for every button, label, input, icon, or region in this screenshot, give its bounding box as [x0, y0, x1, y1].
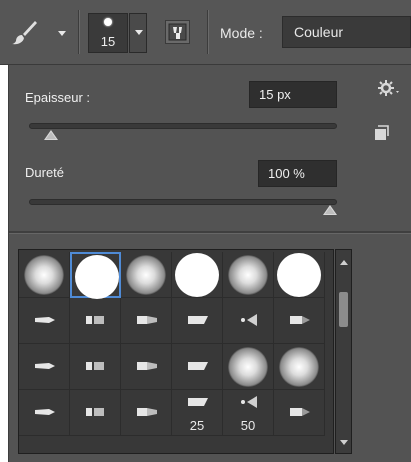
brush-preset-21[interactable]	[121, 390, 172, 436]
bristle-tip-brush-icon	[35, 409, 55, 415]
brush-preset-size-label: 50	[240, 418, 256, 433]
thickness-slider-track[interactable]	[29, 123, 337, 129]
brush-preset-panel: Epaisseur : 15 px Dureté 100 % 25 50	[8, 65, 411, 462]
bristle-tip-brush-icon	[86, 408, 104, 416]
soft-round-brush-icon	[228, 347, 268, 387]
bristle-tip-brush-icon	[137, 408, 157, 416]
bristle-tip-brush-icon	[137, 362, 157, 370]
brush-preset-5[interactable]	[223, 252, 274, 298]
bristle-tip-brush-icon	[290, 408, 310, 416]
thickness-slider-thumb[interactable]	[43, 130, 58, 140]
hard-round-brush-icon	[175, 253, 219, 297]
thickness-label: Epaisseur :	[25, 90, 91, 105]
brush-preset-20[interactable]	[70, 390, 121, 436]
blend-mode-select[interactable]: Couleur	[282, 16, 411, 48]
bristle-tip-brush-icon	[86, 362, 104, 370]
toolbar-divider	[207, 10, 208, 54]
gear-icon[interactable]	[378, 79, 400, 97]
brush-preset-15[interactable]	[121, 344, 172, 390]
brush-tool-button[interactable]	[10, 18, 66, 46]
hardness-label: Dureté	[25, 165, 65, 180]
thickness-input[interactable]: 15 px	[249, 81, 337, 108]
brush-preset-2[interactable]	[70, 252, 121, 299]
scroll-down-icon[interactable]	[340, 440, 348, 445]
brush-preset-18[interactable]	[274, 344, 325, 390]
tool-dropdown-caret-icon[interactable]	[58, 31, 66, 36]
brush-preset-12[interactable]	[274, 298, 325, 344]
bristle-tip-brush-icon	[188, 398, 208, 406]
brush-panel-toggle-icon	[168, 23, 187, 41]
soft-round-brush-icon	[24, 255, 64, 295]
brush-icon	[12, 21, 37, 45]
hardness-slider-thumb[interactable]	[323, 205, 337, 215]
bristle-tip-brush-icon	[241, 314, 257, 326]
panel-divider	[9, 231, 411, 234]
hard-round-brush-icon	[277, 253, 321, 297]
brush-preset-4[interactable]	[172, 252, 223, 298]
brush-tip-dot	[104, 18, 112, 26]
brush-preset-picker-window: 15 Mode : Couleur Epaisseur : 15 px Dure…	[0, 0, 411, 462]
brush-preset-dropdown-button[interactable]	[129, 13, 147, 53]
scroll-up-icon[interactable]	[340, 260, 348, 265]
mode-label: Mode :	[220, 25, 263, 41]
hardness-input[interactable]: 100 %	[258, 160, 337, 187]
soft-round-brush-icon	[126, 255, 166, 295]
bristle-tip-brush-icon	[241, 396, 257, 408]
soft-round-brush-icon	[279, 347, 319, 387]
soft-round-brush-icon	[228, 255, 268, 295]
brush-preset-14[interactable]	[70, 344, 121, 390]
brush-preset-13[interactable]	[19, 344, 70, 390]
brush-preset-23[interactable]: 50	[223, 390, 274, 436]
bristle-tip-brush-icon	[290, 316, 310, 324]
bristle-tip-brush-icon	[35, 363, 55, 369]
brush-preset-10[interactable]	[172, 298, 223, 344]
brush-preset-6[interactable]	[274, 252, 325, 298]
toolbar-divider	[78, 10, 79, 54]
brush-preset-19[interactable]	[19, 390, 70, 436]
preset-scrollbar[interactable]	[335, 249, 352, 454]
brush-preset-3[interactable]	[121, 252, 172, 298]
brush-preset-9[interactable]	[121, 298, 172, 344]
brush-preset-8[interactable]	[70, 298, 121, 344]
brush-size-preview[interactable]: 15	[88, 13, 128, 53]
options-bar: 15 Mode : Couleur	[0, 0, 411, 65]
brush-preset-11[interactable]	[223, 298, 274, 344]
new-preset-icon[interactable]	[373, 125, 389, 141]
hard-round-brush-icon	[75, 255, 119, 299]
brush-preset-22[interactable]: 25	[172, 390, 223, 436]
bristle-tip-brush-icon	[86, 316, 104, 324]
brush-preset-1[interactable]	[19, 252, 70, 298]
hardness-slider-track[interactable]	[29, 199, 337, 205]
brush-preset-grid: 25 50	[18, 249, 334, 454]
bristle-tip-brush-icon	[188, 362, 208, 370]
brush-preset-size-label: 25	[189, 418, 205, 433]
brush-preset-16[interactable]	[172, 344, 223, 390]
toggle-brush-panel-button[interactable]	[165, 20, 190, 44]
bristle-tip-brush-icon	[188, 316, 208, 324]
brush-preset-24[interactable]	[274, 390, 325, 436]
bristle-tip-brush-icon	[137, 316, 157, 324]
brush-preset-17[interactable]	[223, 344, 274, 390]
scrollbar-thumb[interactable]	[339, 292, 348, 327]
brush-size-value: 15	[100, 34, 116, 49]
bristle-tip-brush-icon	[35, 317, 55, 323]
brush-preset-7[interactable]	[19, 298, 70, 344]
chevron-down-icon	[135, 30, 143, 35]
